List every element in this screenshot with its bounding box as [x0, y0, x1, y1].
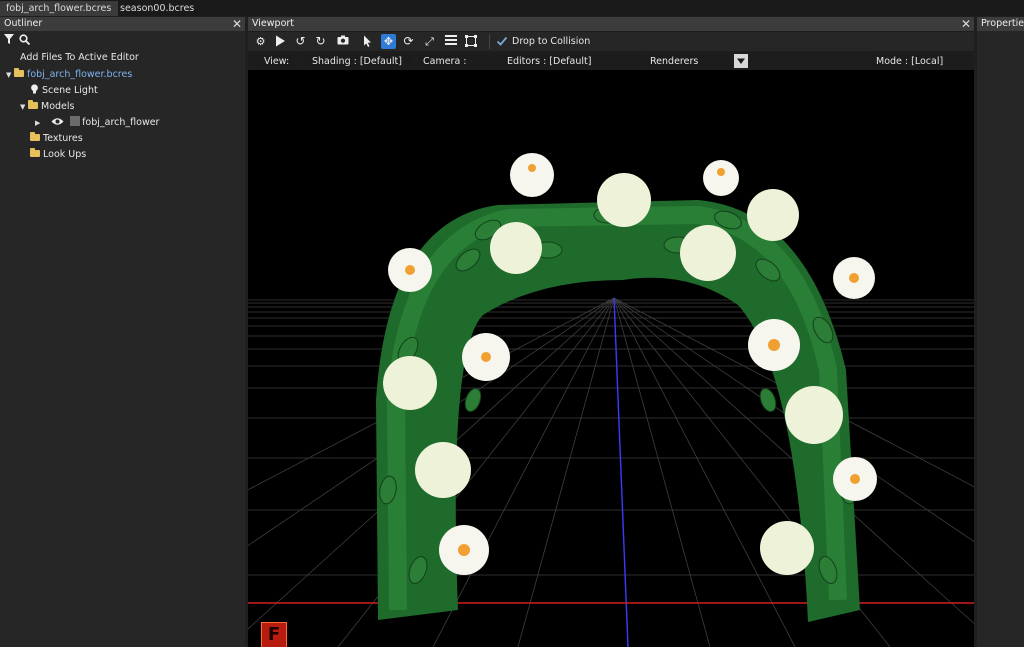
tree-item-scene-light[interactable]: Scene Light [30, 83, 98, 98]
folder-icon [14, 68, 24, 77]
outliner-close-icon[interactable]: ✕ [232, 17, 242, 31]
outliner-header: Outliner [0, 17, 245, 31]
tree-item-textures[interactable]: Textures [30, 131, 83, 146]
camera-icon[interactable] [336, 35, 349, 48]
tree-item-look-ups[interactable]: Look Ups [30, 147, 86, 162]
gear-icon[interactable]: ⚙ [254, 35, 267, 48]
viewport-header: Viewport [248, 17, 974, 31]
toolbar-divider [489, 34, 490, 49]
folder-icon [30, 132, 40, 141]
flower-arch-model [376, 153, 877, 622]
tree-item-model-label: fobj_arch_flower [82, 117, 160, 128]
chevron-down-icon[interactable] [734, 54, 748, 68]
select-cursor-icon[interactable] [361, 35, 374, 48]
tree-item-root[interactable]: ▼ fobj_arch_flower.bcres [6, 67, 132, 82]
tree-item-textures-label: Textures [43, 133, 83, 144]
filter-icon[interactable] [4, 34, 14, 44]
outliner-panel: Outliner ✕ Add Files To Active Editor ▼ f… [0, 17, 245, 647]
list-icon[interactable] [444, 35, 457, 48]
redo-icon[interactable]: ↻ [314, 35, 327, 48]
rotate-tool-icon[interactable]: ⟳ [402, 35, 415, 48]
outliner-title: Outliner [4, 18, 43, 29]
move-tool-icon[interactable]: ✥ [381, 34, 396, 49]
tree-item-look-ups-label: Look Ups [43, 149, 87, 160]
drop-to-collision-toggle[interactable]: Drop to Collision [512, 35, 590, 48]
bounding-box-icon[interactable] [464, 35, 477, 48]
viewport-toolbar: ⚙ ↺ ↻ ✥ ⟳ ⤢ Drop to Collision [248, 32, 974, 51]
add-files-button[interactable]: Add Files To Active Editor [20, 50, 139, 65]
collapse-triangle-icon[interactable]: ▶ [35, 116, 43, 131]
camera-dropdown[interactable]: Camera : [Persp] [418, 54, 503, 82]
expand-triangle-icon[interactable]: ▼ [6, 68, 14, 83]
scale-tool-icon[interactable]: ⤢ [423, 35, 436, 48]
shading-dropdown[interactable]: Shading : [Default] [307, 54, 412, 69]
file-tab-season00[interactable]: season00.bcres [114, 1, 200, 16]
z-axis-line [613, 297, 629, 647]
mesh-icon [70, 116, 81, 126]
renderers-dropdown[interactable]: Renderers [645, 54, 731, 69]
file-tab-bar: fobj_arch_flower.bcres season00.bcres [0, 0, 1024, 16]
properties-title: Properties [981, 18, 1024, 29]
tree-item-model[interactable]: ▶ fobj_arch_flower [35, 115, 159, 130]
play-icon[interactable] [274, 35, 287, 48]
checkmark-icon[interactable] [496, 35, 508, 47]
viewport-panel: Viewport ✕ ⚙ ↺ ↻ ✥ ⟳ ⤢ Drop to Collision… [248, 17, 974, 647]
view-menu[interactable]: View: [250, 54, 295, 69]
viewport-close-icon[interactable]: ✕ [961, 17, 971, 31]
tree-item-models-label: Models [41, 101, 75, 112]
lightbulb-icon [30, 84, 39, 94]
viewport-options-bar: View: Shading : [Default] Camera : [Pers… [248, 53, 974, 82]
search-icon[interactable] [19, 34, 31, 46]
folder-icon [30, 148, 40, 157]
properties-header: Properties [977, 17, 1024, 31]
tree-item-root-label: fobj_arch_flower.bcres [27, 69, 133, 80]
viewport-canvas[interactable]: F [248, 70, 974, 647]
overlay-badge: F [261, 622, 287, 647]
folder-icon [28, 100, 38, 109]
viewport-title: Viewport [252, 18, 295, 29]
tree-item-models[interactable]: ▼ Models [20, 99, 74, 114]
expand-triangle-icon[interactable]: ▼ [20, 100, 28, 115]
tree-item-scene-light-label: Scene Light [42, 85, 98, 96]
scene-render [248, 153, 974, 647]
file-tab-fobj-arch-flower[interactable]: fobj_arch_flower.bcres [0, 1, 118, 16]
visibility-eye-icon[interactable] [51, 116, 64, 125]
properties-panel: Properties [977, 17, 1024, 647]
mode-dropdown[interactable]: Mode : [Local] [871, 54, 970, 69]
editors-dropdown[interactable]: Editors : [Default] [502, 54, 641, 69]
undo-icon[interactable]: ↺ [294, 35, 307, 48]
